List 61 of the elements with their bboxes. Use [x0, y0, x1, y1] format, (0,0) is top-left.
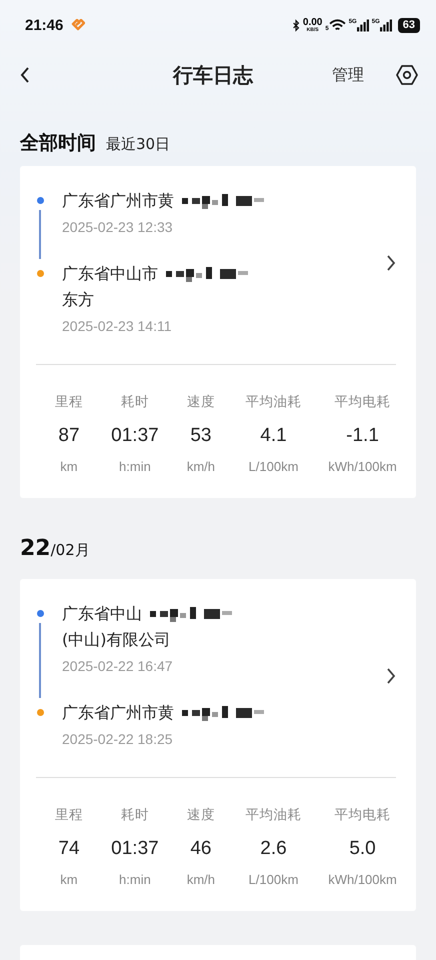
- address-text: 广东省中山: [62, 604, 142, 624]
- stat-label: 平均电耗: [334, 806, 391, 824]
- stat-value: 5.0: [349, 838, 376, 860]
- stat-unit: h:min: [119, 459, 151, 474]
- stat-label: 平均油耗: [245, 393, 302, 411]
- stat-value: 2.6: [260, 838, 287, 860]
- stat-unit: kWh/100km: [328, 872, 397, 887]
- filter-tab[interactable]: 最近30日: [106, 135, 170, 154]
- stat-unit: km: [60, 872, 78, 887]
- stat-label: 里程: [54, 806, 83, 824]
- trip-card[interactable]: 广东省广州市黄 2025-02-23 12:33 广东省中山市 东方 2025-02-23 14:11 里程 87 km 耗时 01:37 h:min 速度 53 km/h 平均油耗 4.1 L/100km 平均电耗 -1.1 kWh/100km: [20, 166, 416, 498]
- wifi-icon: [328, 18, 346, 32]
- address-text: 广东省广州市黄: [62, 702, 174, 724]
- stat-value: 01:37: [111, 838, 159, 860]
- filter-tab[interactable]: 全部时间: [20, 130, 96, 156]
- date-day: 22: [20, 536, 51, 561]
- trip-time: 2025-02-23 12:33: [62, 219, 174, 235]
- stat-value: 01:37: [111, 425, 159, 447]
- stat-value: 74: [58, 838, 80, 860]
- stat-label: 平均油耗: [245, 806, 302, 824]
- chevron-right-icon: [386, 254, 396, 272]
- settings-icon: [395, 63, 419, 87]
- address-text: 东方: [62, 290, 94, 310]
- trip-time: 2025-02-22 16:47: [62, 658, 174, 674]
- stat-label: 耗时: [120, 806, 149, 824]
- stat-label: 速度: [186, 393, 215, 411]
- stat-label: 速度: [186, 806, 215, 824]
- stat-unit: km: [60, 459, 78, 474]
- address-text: 广东省中山市: [62, 264, 158, 284]
- stat-unit: h:min: [119, 872, 151, 887]
- address-text: 广东省广州市黄: [62, 190, 174, 212]
- address-text: (中山)有限公司: [62, 630, 170, 650]
- stat-unit: km/h: [186, 872, 215, 887]
- page-title: 行车日志: [172, 62, 254, 88]
- stat-value: 4.1: [260, 425, 287, 447]
- trip-card[interactable]: 广东省中山 (中山)有限公司 2025-02-22 16:47 广东省广州市黄 2025-02-22 18:25 里程 74 km 耗时 01:37 h:min 速度 46 km/h 平均油耗 2.6 L/100km 平均电耗 5.0 kWh/100km: [20, 579, 416, 911]
- stat-label: 耗时: [120, 393, 149, 411]
- stat-label: 平均电耗: [334, 393, 391, 411]
- stat-value: 87: [58, 425, 80, 447]
- stat-unit: L/100km: [248, 872, 298, 887]
- network-speed: 0.00: [302, 18, 322, 28]
- signal-icon: [356, 18, 369, 32]
- stat-unit: kWh/100km: [328, 459, 397, 474]
- manage-button[interactable]: 管理: [328, 62, 368, 88]
- stat-value: -1.1: [346, 425, 379, 447]
- bluetooth-icon: [292, 18, 300, 32]
- trip-time: 2025-02-22 18:25: [62, 731, 174, 747]
- heart-icon: [71, 19, 86, 31]
- back-icon: [20, 66, 30, 84]
- stat-unit: L/100km: [248, 459, 298, 474]
- stat-label: 里程: [54, 393, 83, 411]
- chevron-right-icon: [386, 667, 396, 685]
- clock-time: 21:46: [25, 16, 64, 34]
- settings-button[interactable]: [394, 62, 420, 88]
- stat-unit: km/h: [186, 459, 215, 474]
- date-month: /02月: [50, 541, 90, 559]
- battery-level: 63: [398, 18, 420, 32]
- trip-time: 2025-02-23 14:11: [62, 318, 172, 334]
- stat-value: 46: [190, 838, 212, 860]
- stat-value: 53: [190, 425, 212, 447]
- signal-icon: [380, 18, 392, 32]
